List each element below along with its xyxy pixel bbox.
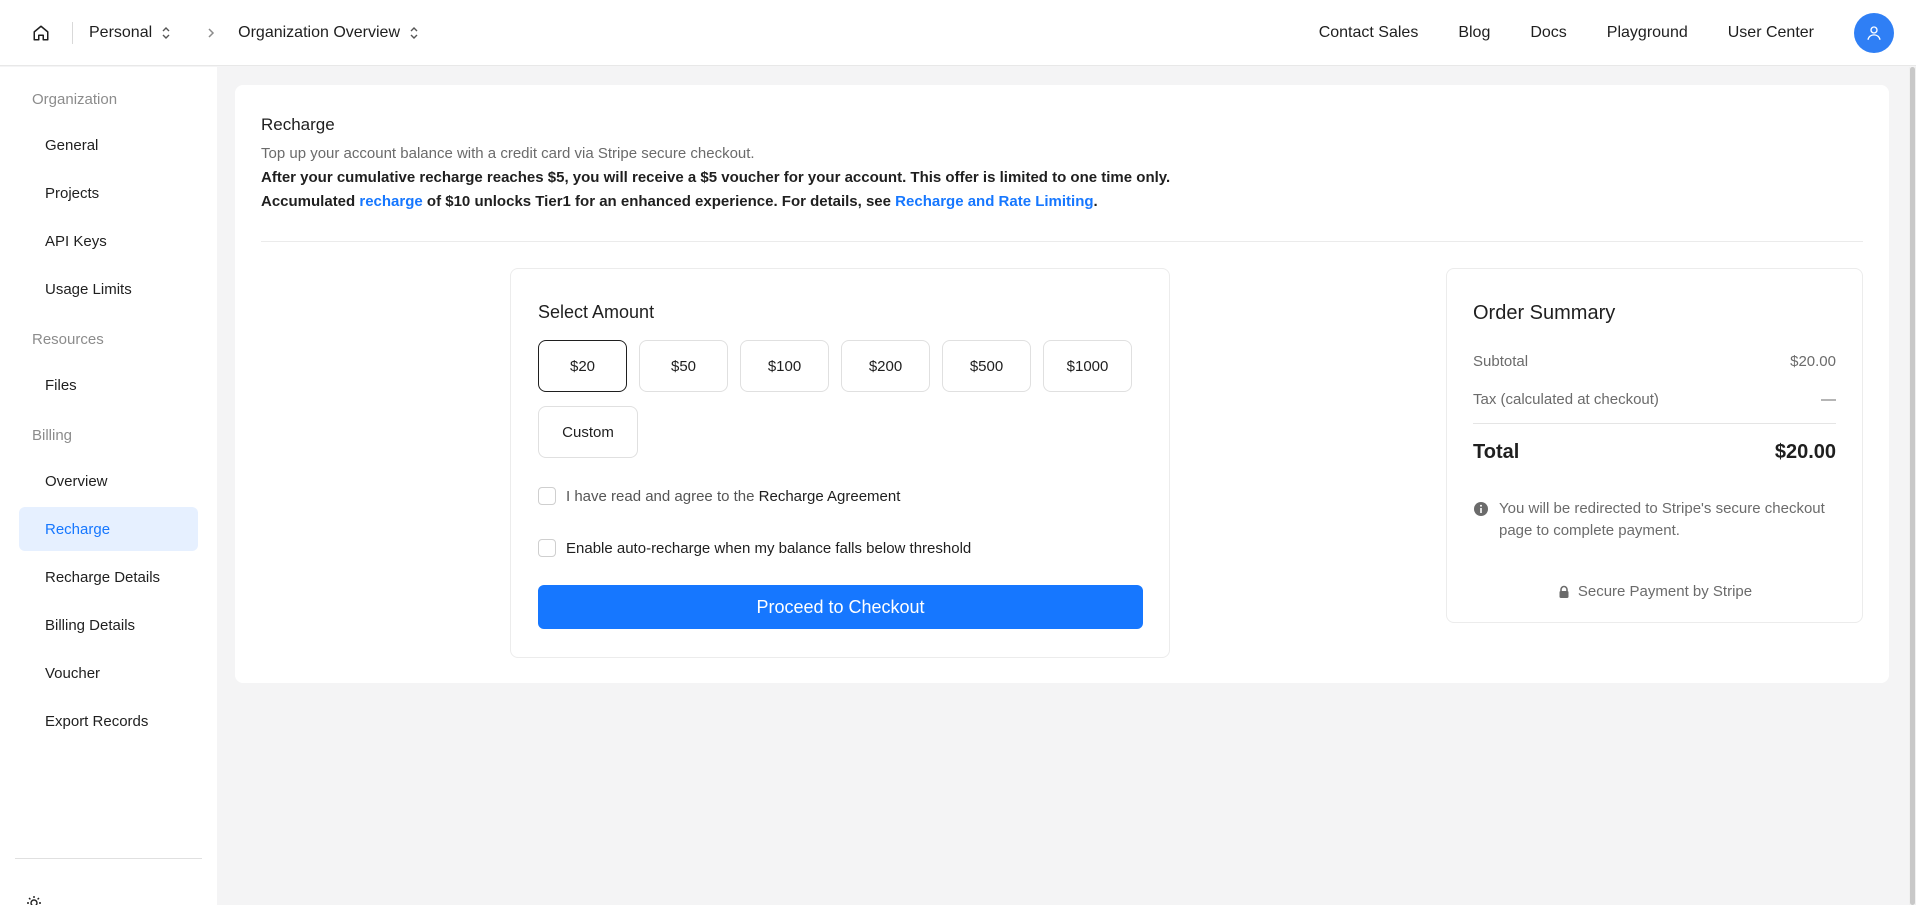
- sidebar-section-resources: Resources: [32, 330, 104, 348]
- sidebar-item-billing-details[interactable]: Billing Details: [19, 603, 198, 647]
- chevron-up-down-icon: [160, 26, 172, 40]
- sidebar-item-files[interactable]: Files: [19, 363, 198, 407]
- recharge-link[interactable]: recharge: [359, 193, 422, 210]
- sidebar-item-export-records[interactable]: Export Records: [19, 699, 198, 743]
- agreement-checkbox[interactable]: [538, 487, 556, 505]
- redirect-note: You will be redirected to Stripe's secur…: [1473, 498, 1843, 542]
- tax-value: —: [1821, 391, 1836, 408]
- sidebar: Organization General Projects API Keys U…: [0, 67, 217, 905]
- nav-contact-sales[interactable]: Contact Sales: [1319, 24, 1419, 42]
- amount-option-custom[interactable]: Custom: [538, 406, 638, 458]
- amount-option-500[interactable]: $500: [942, 340, 1031, 392]
- amount-option-1000[interactable]: $1000: [1043, 340, 1132, 392]
- nav-blog[interactable]: Blog: [1458, 24, 1490, 42]
- amount-option-100[interactable]: $100: [740, 340, 829, 392]
- chevron-right-icon: [206, 27, 216, 39]
- amount-option-200[interactable]: $200: [841, 340, 930, 392]
- tier-suffix: .: [1093, 193, 1098, 210]
- page-subtitle: Top up your account balance with a credi…: [261, 145, 755, 162]
- sidebar-item-voucher[interactable]: Voucher: [19, 651, 198, 695]
- scrollbar-thumb[interactable]: [1910, 67, 1915, 905]
- auto-recharge-row[interactable]: Enable auto-recharge when my balance fal…: [538, 539, 971, 557]
- nav-playground[interactable]: Playground: [1607, 24, 1688, 42]
- tax-label: Tax (calculated at checkout): [1473, 391, 1659, 408]
- secure-payment: Secure Payment by Stripe: [1447, 583, 1862, 600]
- tier-notice: Accumulated recharge of $10 unlocks Tier…: [261, 193, 1098, 210]
- amount-option-20[interactable]: $20: [538, 340, 627, 392]
- sidebar-item-recharge-details[interactable]: Recharge Details: [19, 555, 198, 599]
- voucher-notice: After your cumulative recharge reaches $…: [261, 169, 1171, 186]
- tax-row: Tax (calculated at checkout) —: [1473, 391, 1836, 408]
- nav-user-center[interactable]: User Center: [1728, 24, 1814, 42]
- sun-icon[interactable]: [26, 895, 42, 905]
- summary-divider: [1473, 423, 1836, 424]
- workspace-switcher[interactable]: Personal: [89, 24, 172, 42]
- sidebar-section-organization: Organization: [32, 90, 118, 108]
- page-title: Recharge: [261, 115, 335, 134]
- order-summary-card: Order Summary Subtotal $20.00 Tax (calcu…: [1446, 268, 1863, 623]
- secure-payment-text: Secure Payment by Stripe: [1577, 583, 1753, 600]
- auto-recharge-checkbox[interactable]: [538, 539, 556, 557]
- amount-card: Select Amount $20 $50 $100 $200 $500 $10…: [510, 268, 1170, 658]
- rate-limiting-link[interactable]: Recharge and Rate Limiting: [895, 193, 1093, 210]
- user-icon: [1867, 25, 1881, 40]
- page-label: Organization Overview: [238, 23, 400, 41]
- auto-recharge-label: Enable auto-recharge when my balance fal…: [566, 539, 972, 557]
- proceed-to-checkout-button[interactable]: Proceed to Checkout: [538, 585, 1143, 629]
- subtotal-label: Subtotal: [1473, 353, 1529, 370]
- divider: [72, 21, 73, 44]
- page-scrollbar[interactable]: [1909, 67, 1916, 905]
- sidebar-divider: [15, 858, 202, 859]
- agreement-label: I have read and agree to the: [566, 487, 755, 505]
- amount-title: Select Amount: [538, 302, 655, 322]
- chevron-up-down-icon: [408, 26, 420, 40]
- subtotal-row: Subtotal $20.00: [1473, 353, 1836, 370]
- subtotal-value: $20.00: [1790, 353, 1836, 370]
- order-summary-title: Order Summary: [1473, 302, 1616, 324]
- sidebar-section-billing: Billing: [32, 426, 73, 444]
- nav-docs[interactable]: Docs: [1530, 24, 1566, 42]
- recharge-card: Recharge Top up your account balance wit…: [235, 85, 1889, 683]
- sidebar-item-recharge[interactable]: Recharge: [19, 507, 198, 551]
- sidebar-item-general[interactable]: General: [19, 123, 198, 167]
- top-bar: Personal Organization Overview Contact S…: [0, 0, 1916, 66]
- sidebar-item-overview[interactable]: Overview: [19, 459, 198, 503]
- amount-option-50[interactable]: $50: [639, 340, 728, 392]
- home-icon[interactable]: [30, 22, 52, 44]
- tier-prefix: Accumulated: [261, 193, 356, 210]
- sidebar-item-api-keys[interactable]: API Keys: [19, 219, 198, 263]
- sidebar-item-projects[interactable]: Projects: [19, 171, 198, 215]
- agreement-checkbox-row[interactable]: I have read and agree to the Recharge Ag…: [538, 487, 900, 505]
- info-icon: [1473, 501, 1489, 517]
- page-switcher[interactable]: Organization Overview: [238, 24, 420, 42]
- section-divider: [261, 241, 1863, 242]
- top-nav: Contact Sales Blog Docs Playground User …: [1319, 12, 1894, 53]
- total-value: $20.00: [1774, 441, 1836, 463]
- sidebar-item-usage-limits[interactable]: Usage Limits: [19, 267, 198, 311]
- redirect-note-text: You will be redirected to Stripe's secur…: [1499, 500, 1825, 539]
- tier-middle: of $10 unlocks Tier1 for an enhanced exp…: [426, 193, 891, 210]
- recharge-agreement-link[interactable]: Recharge Agreement: [759, 488, 901, 505]
- avatar[interactable]: [1854, 12, 1894, 53]
- total-label: Total: [1473, 441, 1520, 463]
- lock-icon: [1557, 585, 1571, 599]
- total-row: Total $20.00: [1473, 441, 1836, 464]
- workspace-label: Personal: [89, 23, 153, 41]
